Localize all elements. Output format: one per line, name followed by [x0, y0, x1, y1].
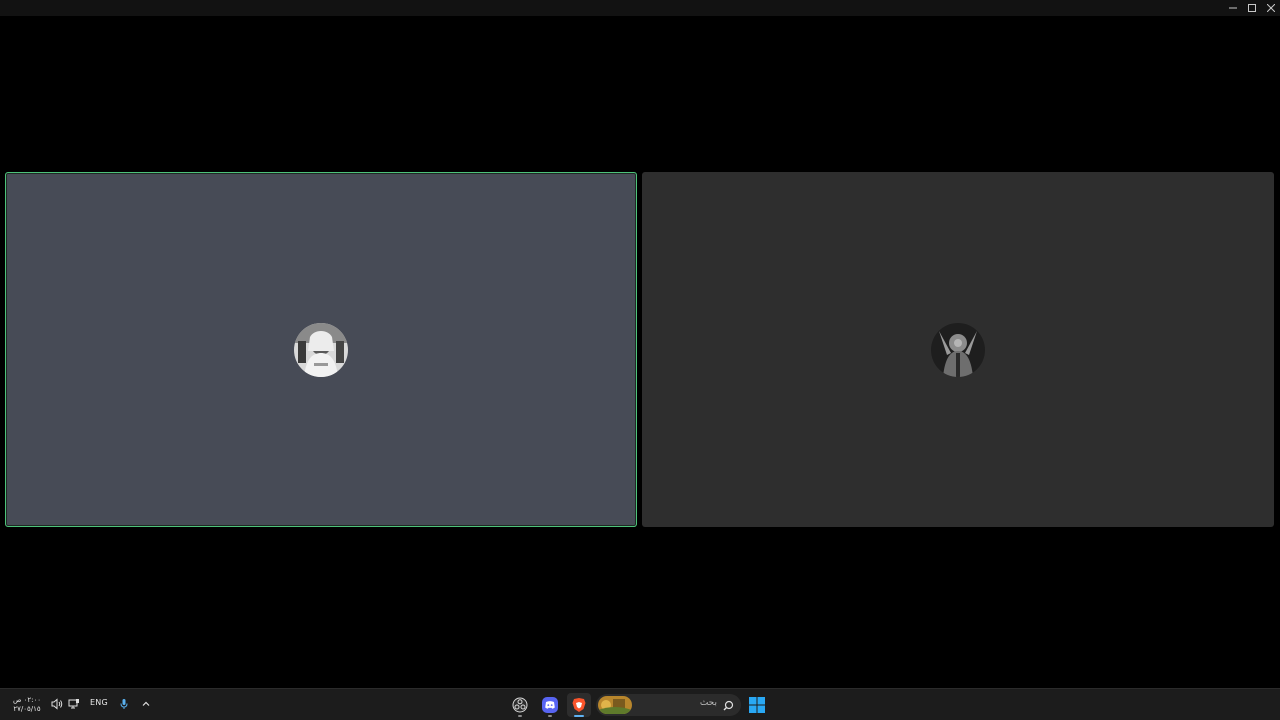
start-button[interactable]	[745, 693, 769, 717]
show-hidden-icons-button[interactable]	[139, 697, 153, 711]
microphone-icon	[120, 699, 128, 709]
window-controls	[1223, 0, 1280, 16]
taskbar-app-obs[interactable]	[508, 693, 532, 717]
participant-tile-2[interactable]	[642, 172, 1274, 527]
obs-icon	[512, 697, 528, 713]
search-button[interactable]	[721, 698, 735, 712]
close-button[interactable]	[1261, 0, 1280, 16]
taskbar-app-discord[interactable]	[538, 693, 562, 717]
discord-icon	[542, 697, 558, 713]
network-icon	[68, 699, 79, 709]
maximize-icon	[1247, 4, 1256, 12]
user-avatar-photo	[931, 322, 985, 377]
participant-avatar-1	[294, 322, 348, 377]
minimize-icon	[1228, 7, 1237, 9]
app-running-indicator	[548, 715, 552, 717]
app-active-indicator	[574, 715, 584, 717]
minimize-button[interactable]	[1223, 0, 1242, 16]
search-placeholder: بحث	[699, 698, 717, 708]
speaker-icon	[51, 698, 63, 710]
clock-date: ٢٧/٠٥/١٥	[13, 705, 41, 713]
search-icon	[723, 700, 733, 710]
brave-icon	[572, 698, 586, 712]
taskbar: ٠٢:٠٠ ص ٢٧/٠٥/١٥ ENG بحث	[0, 688, 1280, 720]
windows-start-icon	[749, 697, 765, 713]
close-icon	[1266, 4, 1275, 12]
search-highlight-icon	[598, 696, 632, 714]
app-running-indicator	[518, 715, 522, 717]
system-clock[interactable]: ٠٢:٠٠ ص ٢٧/٠٥/١٥	[10, 693, 44, 717]
user-avatar-photo	[294, 322, 348, 377]
maximize-button[interactable]	[1242, 0, 1261, 16]
speaker-button[interactable]	[50, 697, 64, 711]
taskbar-app-brave[interactable]	[567, 693, 591, 717]
search-highlight-image	[598, 696, 632, 714]
chevron-up-icon	[142, 701, 150, 706]
participant-avatar-2	[931, 322, 985, 377]
clock-time: ٠٢:٠٠ ص	[12, 696, 42, 704]
network-button[interactable]	[67, 697, 81, 711]
microphone-button[interactable]	[117, 697, 131, 711]
language-indicator[interactable]: ENG	[90, 698, 108, 707]
window-titlebar	[0, 0, 1280, 16]
taskbar-search[interactable]: بحث	[596, 694, 741, 716]
participant-tile-1[interactable]	[5, 172, 637, 527]
